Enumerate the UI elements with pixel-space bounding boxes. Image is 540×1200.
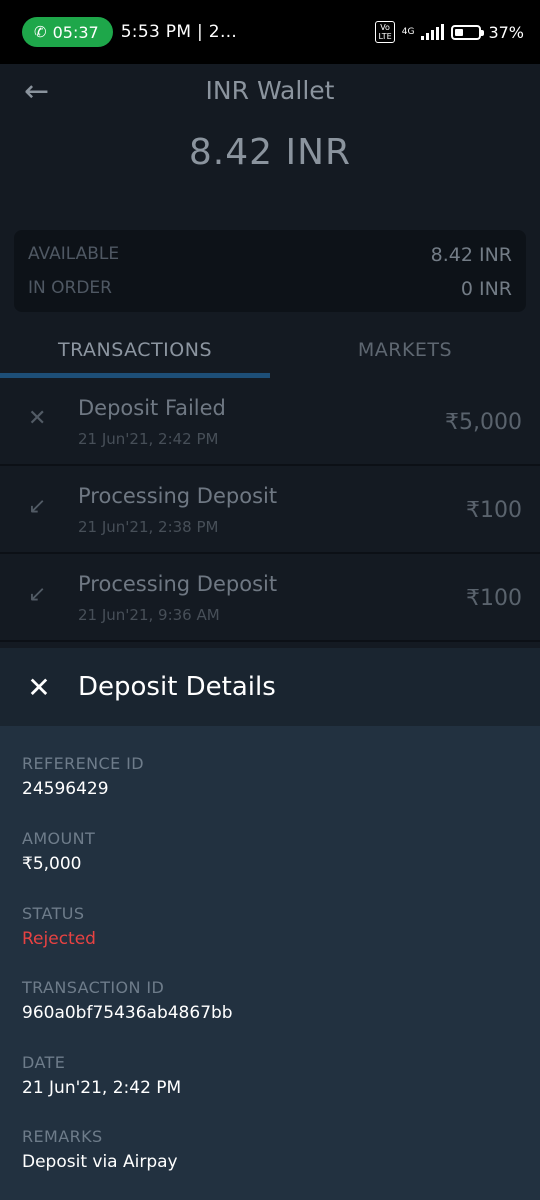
field-label: STATUS (22, 904, 85, 923)
wallet-header: ← INR Wallet 8.42 INR (0, 64, 540, 224)
field-label: REMARKS (22, 1127, 103, 1146)
available-label: AVAILABLE (28, 244, 120, 264)
ongoing-call-pill[interactable]: ✆ 05:37 (22, 17, 113, 47)
transaction-date: 21 Jun'21, 2:38 PM (78, 518, 219, 536)
transaction-label: Processing Deposit (78, 572, 278, 596)
call-timer: 05:37 (52, 22, 99, 42)
battery-percent: 37% (488, 22, 524, 42)
field-value: 21 Jun'21, 2:42 PM (22, 1078, 182, 1098)
wallet-screen: ← INR Wallet 8.42 INR AVAILABLE 8.42 INR… (0, 64, 540, 648)
balance-summary: AVAILABLE 8.42 INR IN ORDER 0 INR (14, 230, 526, 312)
in-order-label: IN ORDER (28, 278, 112, 298)
field-label: DATE (22, 1053, 66, 1072)
network-type: 4G (401, 26, 415, 37)
in-order-value: 0 INR (460, 278, 512, 300)
transaction-list: ✕ Deposit Failed 21 Jun'21, 2:42 PM ₹5,0… (0, 378, 540, 642)
field-value: ₹5,000 (22, 854, 82, 874)
battery-icon (451, 24, 485, 40)
deposit-details-sheet: ✕ Deposit Details REFERENCE ID 24596429 … (0, 648, 540, 1200)
status-field: STATUS Rejected (22, 904, 96, 949)
field-value: Deposit via Airpay (22, 1152, 178, 1172)
field-label: REFERENCE ID (22, 754, 144, 773)
transaction-date: 21 Jun'21, 9:36 AM (78, 606, 220, 624)
status-bar: ✆ 05:37 5:53 PM | 2… Vo LTE 4G 37% (0, 0, 540, 64)
date-field: DATE 21 Jun'21, 2:42 PM (22, 1053, 181, 1098)
transaction-label: Processing Deposit (78, 484, 278, 508)
transaction-date: 21 Jun'21, 2:42 PM (78, 430, 219, 448)
wallet-tabs: TRANSACTIONS MARKETS (0, 322, 540, 378)
status-value: Rejected (22, 929, 96, 949)
tab-transactions[interactable]: TRANSACTIONS (0, 322, 270, 378)
in-order-row: IN ORDER 0 INR (28, 278, 512, 300)
field-value: 24596429 (22, 779, 109, 799)
remarks-field: REMARKS Deposit via Airpay (22, 1127, 178, 1172)
transaction-amount: ₹100 (466, 498, 522, 523)
sheet-header: ✕ Deposit Details (0, 648, 540, 726)
phone-icon: ✆ (34, 23, 47, 41)
tab-markets[interactable]: MARKETS (270, 322, 540, 378)
transaction-amount: ₹5,000 (445, 410, 522, 435)
field-label: TRANSACTION ID (22, 978, 165, 997)
available-row: AVAILABLE 8.42 INR (28, 244, 512, 266)
volte-icon: Vo LTE (375, 21, 395, 43)
transaction-row[interactable]: ↙ Processing Deposit 21 Jun'21, 9:36 AM … (0, 554, 540, 642)
wallet-title: INR Wallet (205, 76, 335, 105)
transaction-label: Deposit Failed (78, 396, 226, 420)
transaction-row[interactable]: ✕ Deposit Failed 21 Jun'21, 2:42 PM ₹5,0… (0, 378, 540, 466)
reference-id-field: REFERENCE ID 24596429 (22, 754, 144, 799)
arrow-down-left-icon: ↙ (28, 582, 47, 607)
field-label: AMOUNT (22, 829, 96, 848)
available-value: 8.42 INR (430, 244, 512, 266)
sheet-title: Deposit Details (78, 672, 276, 702)
signal-icon (421, 24, 445, 40)
wallet-balance: 8.42 INR (188, 132, 352, 173)
transaction-id-field: TRANSACTION ID 960a0bf75436ab4867bb (22, 978, 233, 1023)
close-icon[interactable]: ✕ (26, 671, 52, 704)
amount-field: AMOUNT ₹5,000 (22, 829, 95, 874)
transaction-amount: ₹100 (466, 586, 522, 611)
close-icon: ✕ (28, 406, 47, 431)
status-info-text: 5:53 PM | 2… (120, 22, 238, 42)
arrow-down-left-icon: ↙ (28, 494, 47, 519)
transaction-row[interactable]: ↙ Processing Deposit 21 Jun'21, 2:38 PM … (0, 466, 540, 554)
field-value: 960a0bf75436ab4867bb (22, 1003, 233, 1023)
